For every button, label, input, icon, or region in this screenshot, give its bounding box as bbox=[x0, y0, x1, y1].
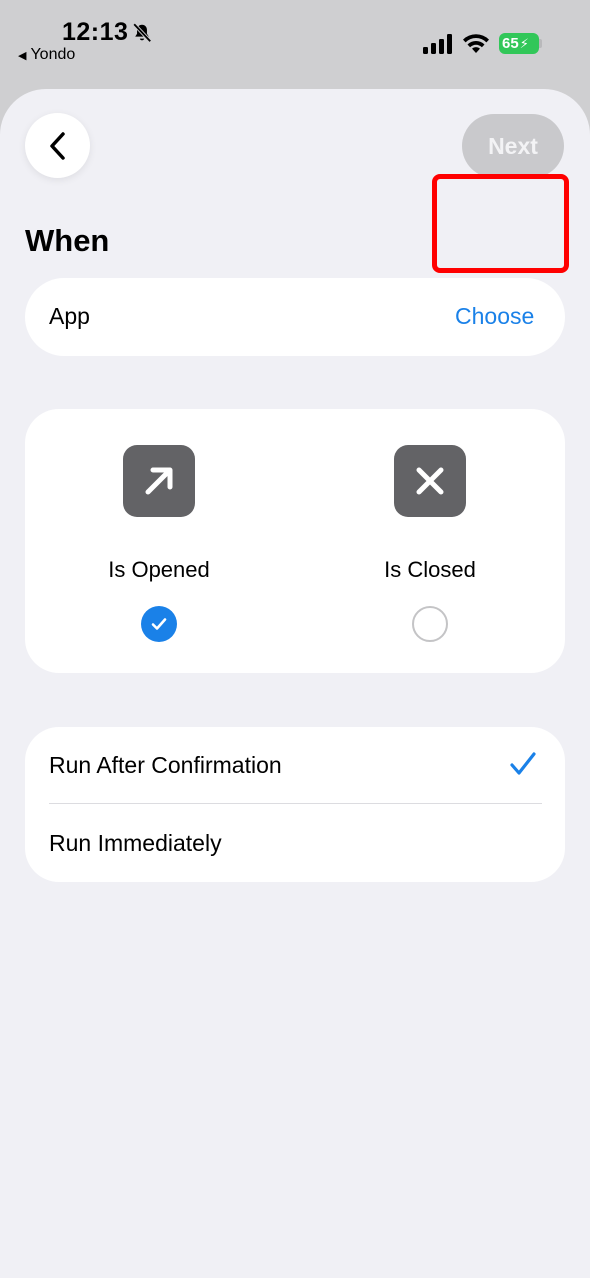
run-mode-card: Run After Confirmation Run Immediately bbox=[25, 727, 565, 882]
run-after-confirmation-row[interactable]: Run After Confirmation bbox=[25, 727, 565, 804]
battery-level: 65 bbox=[502, 35, 519, 52]
chevron-left-icon bbox=[49, 131, 65, 160]
option-is-closed[interactable]: Is Closed bbox=[330, 409, 530, 673]
signal-icon bbox=[423, 34, 452, 54]
app-row[interactable]: App Choose bbox=[25, 278, 565, 356]
back-triangle-icon: ◀ bbox=[18, 49, 27, 62]
charging-bolt-icon: ⚡ bbox=[519, 35, 529, 51]
highlight-annotation-box bbox=[432, 174, 569, 273]
run-immediately-label: Run Immediately bbox=[49, 830, 222, 856]
xmark-icon bbox=[394, 445, 466, 517]
back-to-app-link[interactable]: ◀ Yondo bbox=[18, 46, 75, 64]
radio-checked-icon[interactable] bbox=[141, 606, 177, 642]
status-bar: 12:13 ◀ Yondo 65 ⚡ bbox=[0, 0, 590, 90]
run-immediately-row[interactable]: Run Immediately bbox=[25, 805, 565, 882]
battery-icon: 65 ⚡ bbox=[499, 33, 539, 54]
choose-app-button[interactable]: Choose bbox=[455, 303, 534, 330]
arrow-up-right-icon bbox=[123, 445, 195, 517]
back-button[interactable] bbox=[25, 113, 90, 178]
status-time: 12:13 bbox=[62, 18, 129, 46]
divider bbox=[49, 803, 542, 804]
option-is-opened[interactable]: Is Opened bbox=[59, 409, 259, 673]
app-label: App bbox=[49, 303, 90, 329]
checkmark-icon bbox=[510, 752, 536, 775]
battery-cap bbox=[539, 39, 542, 48]
next-button[interactable]: Next bbox=[462, 114, 564, 178]
back-app-label: Yondo bbox=[30, 46, 76, 63]
trigger-options-card: Is Opened Is Closed bbox=[25, 409, 565, 673]
option-is-opened-label: Is Opened bbox=[108, 557, 210, 582]
radio-unchecked-icon[interactable] bbox=[412, 606, 448, 642]
option-is-closed-label: Is Closed bbox=[384, 557, 476, 582]
bell-slash-icon bbox=[132, 23, 152, 43]
wifi-icon bbox=[463, 34, 489, 53]
section-title-when: When bbox=[25, 223, 110, 258]
run-after-confirmation-label: Run After Confirmation bbox=[49, 752, 282, 778]
